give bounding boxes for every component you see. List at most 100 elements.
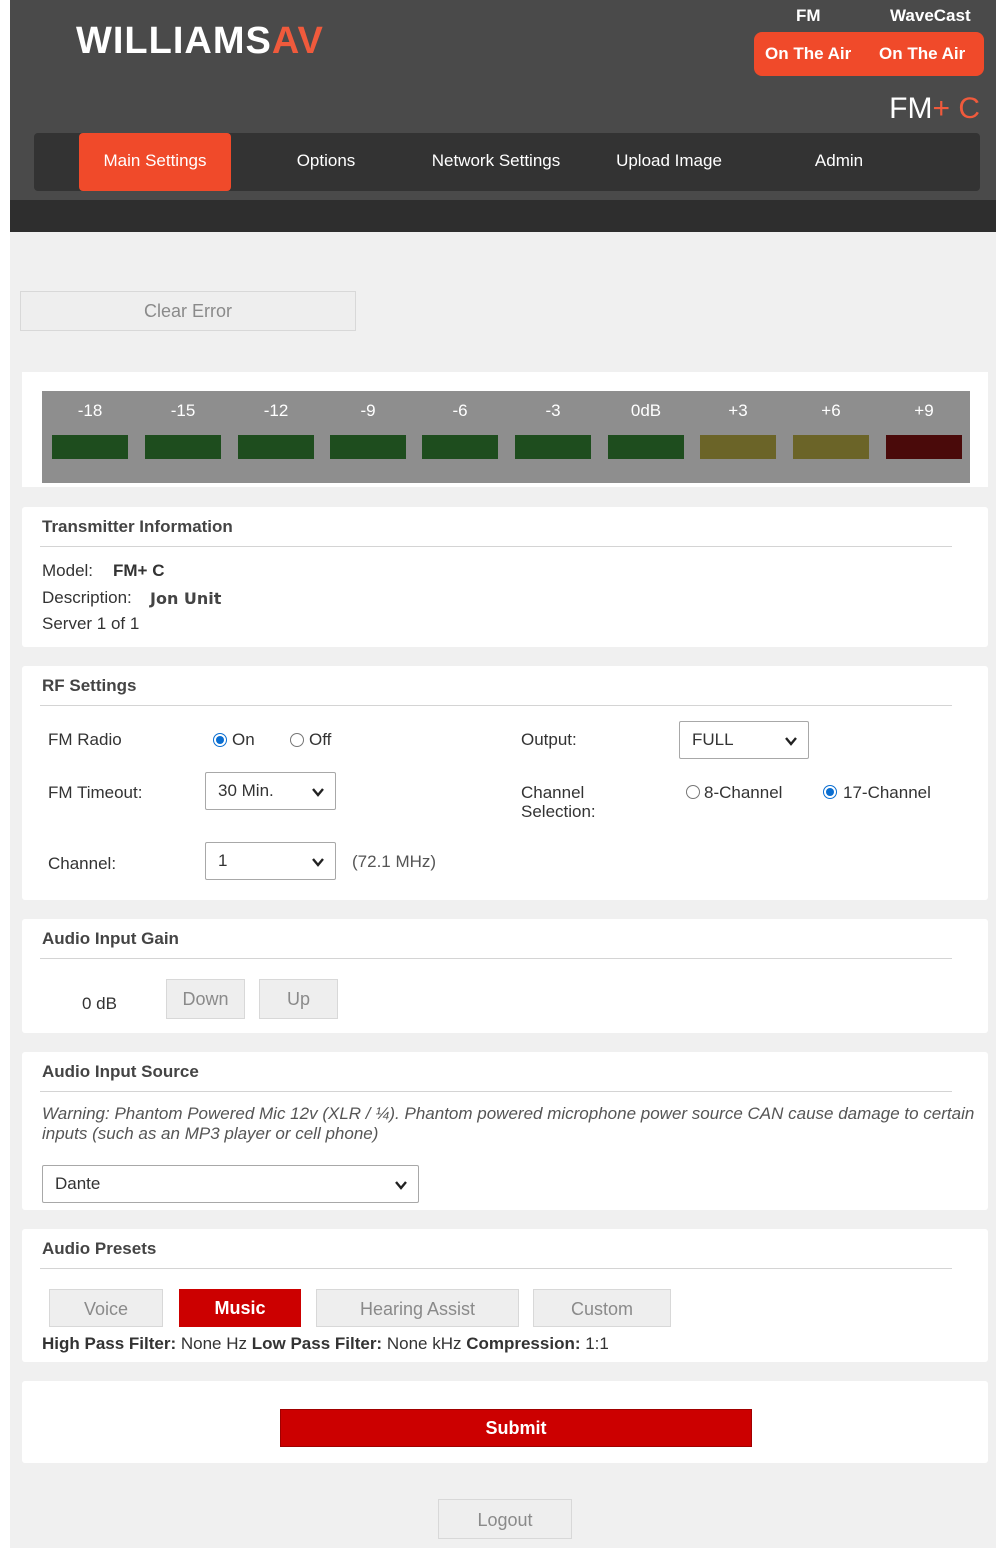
divider [40,958,952,959]
meter-bar [52,435,128,459]
lpf-label: Low Pass Filter: [251,1334,383,1353]
meter-label: +6 [821,401,841,420]
audio-source-value: Dante [55,1174,101,1193]
meter-label: -3 [545,401,561,420]
channel-select-value: 1 [218,851,228,870]
divider [40,1268,952,1269]
transmitter-info-panel: Transmitter Information Model: FM+ C Des… [22,507,988,647]
audio-source-panel: Audio Input Source Warning: Phantom Powe… [22,1052,988,1210]
tab-options[interactable]: Options [254,133,398,191]
model-badge-base: FM [889,92,933,125]
channel-8-label: 8-Channel [704,783,783,802]
brand-logo: WILLIAMSAV [76,20,324,63]
fm-radio-label: FM Radio [48,730,122,749]
hpf-label: High Pass Filter: [42,1334,177,1353]
audio-gain-panel: Audio Input Gain 0 dB Down Up [22,919,988,1033]
meter-bar [886,435,962,459]
audio-presets-title: Audio Presets [42,1239,157,1258]
description-label: Description: [42,588,132,607]
meter-segment: +3 [700,391,776,483]
preset-filter-summary: High Pass Filter: None Hz Low Pass Filte… [42,1334,609,1354]
output-select[interactable]: FULL [679,721,809,759]
wavecast-status-title: WaveCast [890,6,971,25]
logout-button[interactable]: Logout [438,1499,572,1539]
channel-17-label: 17-Channel [843,783,931,802]
channel-frequency: (72.1 MHz) [352,852,437,871]
channel-17-radio[interactable] [823,785,837,799]
channel-selection-label: Channel Selection: [521,783,596,821]
meter-bar [700,435,776,459]
meter-segment: -18 [52,391,128,483]
tab-network-settings[interactable]: Network Settings [418,133,574,191]
audio-gain-title: Audio Input Gain [42,929,179,948]
fm-radio-on-radio[interactable] [213,733,227,747]
meter-bar [608,435,684,459]
fm-radio-on-label: On [232,730,255,749]
fm-on-air-label: On The Air [765,44,852,63]
phantom-power-warning: Warning: Phantom Powered Mic 12v (XLR / … [42,1104,975,1143]
tab-admin[interactable]: Admin [774,133,904,191]
rf-settings-title: RF Settings [42,676,137,695]
gain-down-button[interactable]: Down [166,979,245,1019]
preset-voice-button[interactable]: Voice [49,1289,163,1327]
server-text: Server 1 of 1 [42,614,140,633]
logo-accent-text: AV [271,20,324,62]
meter-segment: -3 [515,391,591,483]
wavecast-on-air-label: On The Air [879,44,966,63]
output-label: Output: [521,730,577,749]
fm-timeout-label: FM Timeout: [48,783,143,802]
divider [40,705,952,706]
channel-8-radio[interactable] [686,785,700,799]
model-badge-suffix: C [950,92,980,125]
preset-hearing-assist-button[interactable]: Hearing Assist [316,1289,519,1327]
fm-status-title: FM [796,6,821,25]
fm-timeout-value: 30 Min. [218,781,274,800]
fm-timeout-select[interactable]: 30 Min. [205,772,336,810]
compression-label: Compression: [466,1334,581,1353]
meter-segment: -15 [145,391,221,483]
audio-presets-panel: Audio Presets Voice Music Hearing Assist… [22,1229,988,1362]
model-label: Model: [42,561,94,580]
meter-bar [145,435,221,459]
channel-selection-label-line2: Selection: [521,802,596,821]
submit-panel: Submit [22,1381,988,1463]
chevron-down-icon [785,737,797,746]
gain-up-button[interactable]: Up [259,979,338,1019]
audio-source-select[interactable]: Dante [42,1165,419,1203]
meter-label: +9 [914,401,934,420]
divider [40,1091,952,1092]
meter-label: 0dB [630,401,662,420]
rf-settings-panel: RF Settings FM Radio On Off Output: FULL… [22,666,988,900]
fm-radio-off-label: Off [309,730,332,749]
header: WILLIAMSAV FM WaveCast On The Air On The… [10,0,996,232]
channel-select[interactable]: 1 [205,842,336,880]
clear-error-button[interactable]: Clear Error [20,291,356,331]
model-badge: FM+ C [889,92,980,126]
meter-label: -9 [360,401,376,420]
meter-bar [515,435,591,459]
hpf-value: None Hz [176,1334,252,1353]
meter-segment: -6 [422,391,498,483]
tab-main-settings[interactable]: Main Settings [79,133,231,191]
output-select-value: FULL [692,730,734,749]
meter-label: -6 [452,401,468,420]
meter-segment: +6 [793,391,869,483]
fm-radio-off-radio[interactable] [290,733,304,747]
audio-source-title: Audio Input Source [42,1062,199,1081]
preset-custom-button[interactable]: Custom [533,1289,671,1327]
meter-bar [793,435,869,459]
logo-text: WILLIAMS [76,20,272,62]
submit-button[interactable]: Submit [280,1409,752,1447]
preset-music-button[interactable]: Music [179,1289,301,1327]
on-air-indicator: On The Air On The Air [754,32,984,76]
level-meter: -18 -15 -12 -9 -6 -3 0dB +3 +6 +9 [42,391,970,483]
meter-label: -12 [263,401,289,420]
meter-segment: 0dB [608,391,684,483]
meter-label: -15 [170,401,196,420]
tab-upload-image[interactable]: Upload Image [594,133,744,191]
header-bottom-strip [10,200,996,232]
level-meter-panel: -18 -15 -12 -9 -6 -3 0dB +3 +6 +9 [22,372,988,487]
chevron-down-icon [312,858,324,867]
meter-label: +3 [728,401,748,420]
channel-label: Channel: [48,854,117,873]
